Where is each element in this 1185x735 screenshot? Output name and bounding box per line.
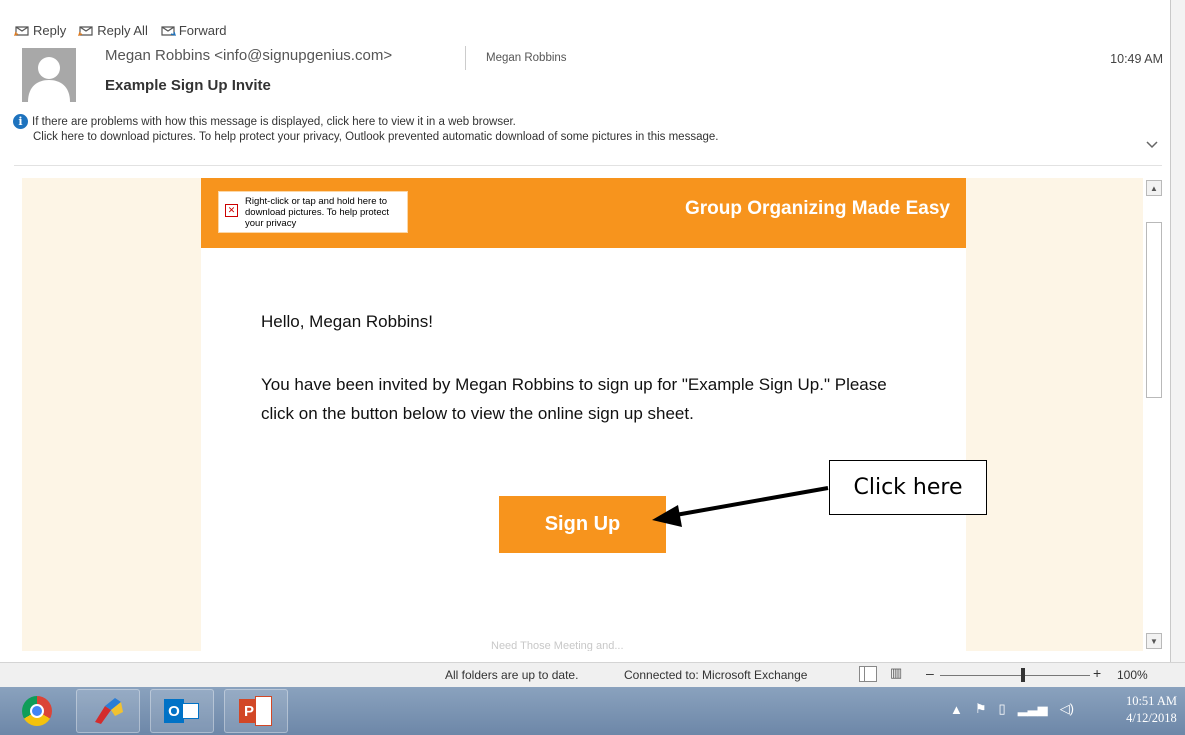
taskbar-powerpoint[interactable]: P	[224, 689, 288, 733]
window-edge	[1171, 0, 1185, 662]
zoom-slider[interactable]	[940, 675, 1090, 676]
info-icon: i	[13, 114, 28, 129]
scroll-thumb[interactable]	[1146, 222, 1162, 398]
scroll-up-button[interactable]: ▲	[1146, 180, 1162, 196]
vertical-scrollbar[interactable]: ▲ ▼	[1145, 178, 1163, 651]
powerpoint-icon: P	[239, 696, 273, 726]
header-divider	[14, 165, 1162, 166]
reply-all-icon	[78, 26, 93, 37]
windows-taskbar: O P ▲ ⚑ ▯ ▂▃▅ ◁) 10:51 AM 4/12/2018	[0, 687, 1185, 735]
message-body: ✕ Right-click or tap and hold here to do…	[22, 178, 1143, 651]
header-separator	[465, 46, 466, 70]
display-problem-text: If there are problems with how this mess…	[32, 115, 516, 128]
reply-all-label: Reply All	[97, 22, 148, 38]
message-actions: Reply Reply All Forward	[14, 20, 227, 40]
system-tray: ▲ ⚑ ▯ ▂▃▅ ◁)	[950, 701, 1074, 717]
clock-time: 10:51 AM	[1125, 694, 1177, 708]
click-here-callout: Click here	[829, 460, 987, 515]
footer-partial-text: Need Those Meeting and...	[491, 640, 624, 651]
chrome-icon	[22, 696, 52, 726]
forward-label: Forward	[178, 22, 227, 38]
annotation-arrow	[652, 486, 829, 527]
reply-button[interactable]: Reply	[14, 20, 66, 40]
message-subject: Example Sign Up Invite	[105, 77, 271, 94]
reply-label: Reply	[33, 22, 67, 38]
network-signal-icon[interactable]: ▂▃▅	[1018, 701, 1048, 717]
download-pictures-notice[interactable]: Click here to download pictures. To help…	[33, 131, 718, 143]
sender-name[interactable]: Megan Robbins <info@signupgenius.com>	[105, 47, 392, 64]
show-hidden-icons-icon[interactable]: ▲	[950, 702, 963, 717]
forward-icon	[161, 26, 176, 36]
action-center-flag-icon[interactable]: ⚑	[975, 701, 987, 717]
greeting: Hello, Megan Robbins!	[261, 312, 433, 331]
speaker-icon[interactable]: ◁)	[1060, 701, 1074, 717]
sync-status: All folders are up to date.	[445, 668, 579, 682]
received-time: 10:49 AM	[1110, 52, 1163, 66]
banner-title: Group Organizing Made Easy	[685, 198, 950, 219]
chevron-down-icon[interactable]	[1146, 138, 1158, 152]
blocked-image-text: Right-click or tap and hold here to down…	[245, 196, 389, 229]
zoom-in-button[interactable]: +	[1093, 665, 1101, 681]
paint-icon	[95, 698, 123, 724]
taskbar-outlook[interactable]: O	[150, 689, 214, 733]
reply-icon	[14, 26, 29, 37]
zoom-slider-thumb[interactable]	[1020, 668, 1025, 682]
email-banner: ✕ Right-click or tap and hold here to do…	[201, 178, 966, 248]
taskbar-clock[interactable]: 10:51 AM 4/12/2018	[1126, 693, 1177, 727]
taskbar-paint[interactable]	[76, 689, 140, 733]
outlook-icon: O	[164, 697, 200, 725]
email-content: Hello, Megan Robbins! You have been invi…	[201, 248, 966, 651]
clock-date: 4/12/2018	[1126, 711, 1177, 725]
recipient-name[interactable]: Megan Robbins	[486, 52, 567, 64]
invite-paragraph: You have been invited by Megan Robbins t…	[261, 375, 887, 423]
broken-image-icon: ✕	[225, 204, 238, 217]
connection-status: Connected to: Microsoft Exchange	[624, 668, 808, 682]
normal-view-icon[interactable]	[859, 666, 877, 682]
scroll-down-button[interactable]: ▼	[1146, 633, 1162, 649]
taskbar-chrome[interactable]	[8, 689, 66, 733]
display-problem-notice[interactable]: i If there are problems with how this me…	[13, 114, 516, 129]
status-bar: All folders are up to date. Connected to…	[0, 662, 1185, 687]
reply-all-button[interactable]: Reply All	[78, 20, 148, 40]
forward-button[interactable]: Forward	[160, 20, 227, 40]
zoom-out-button[interactable]: –	[926, 665, 934, 681]
sender-avatar	[22, 48, 76, 102]
reading-view-icon[interactable]: ▥	[890, 665, 902, 681]
blocked-image-placeholder[interactable]: ✕ Right-click or tap and hold here to do…	[218, 191, 408, 233]
power-icon[interactable]: ▯	[999, 701, 1006, 717]
zoom-level[interactable]: 100%	[1117, 668, 1148, 682]
person-icon	[28, 57, 70, 102]
